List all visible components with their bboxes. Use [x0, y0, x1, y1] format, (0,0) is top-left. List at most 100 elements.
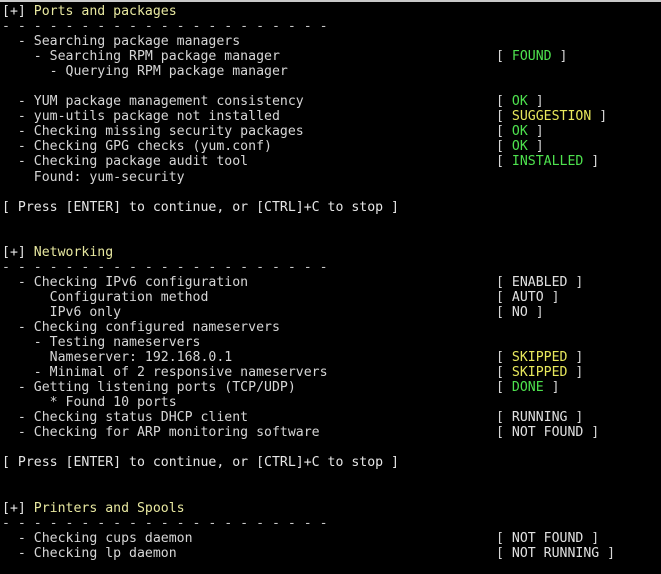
audit-test-label: - YUM package management consistency — [2, 94, 304, 110]
audit-test-row: - YUM package management consistency [ OK… — [2, 94, 661, 109]
status-value: OK — [511, 124, 528, 140]
section-header-ports-and-packages: [+] Ports and packages — [2, 4, 661, 19]
audit-test-row: - Checking lp daemon [ NOT RUNNING ] — [2, 546, 661, 561]
status-bracket-open: [ — [496, 530, 512, 546]
status-value: NOT FOUND — [511, 530, 584, 546]
status-bracket-open: [ — [496, 380, 512, 396]
audit-test-label: Nameserver: 192.168.0.1 — [2, 350, 233, 366]
audit-test-label: * Found 10 ports — [2, 395, 177, 411]
status-bracket-close: ] — [527, 94, 544, 110]
status-bracket-close: ] — [583, 154, 600, 170]
status-bracket-close: ] — [583, 530, 600, 546]
status-bracket-open: [ — [496, 289, 512, 305]
audit-test-label: - Querying RPM package manager — [2, 64, 288, 80]
status-bracket-open: [ — [496, 410, 512, 426]
section-separator: - - - - - - - - - - - - - - - - - - - - … — [2, 515, 328, 531]
status-badge: [ SUGGESTION ] — [496, 109, 607, 124]
status-value: DONE — [511, 380, 544, 396]
status-badge: [ INSTALLED ] — [496, 154, 599, 169]
audit-test-row: - Searching package managers — [2, 34, 661, 49]
section-separator: - - - - - - - - - - - - - - - - - - - - … — [2, 259, 328, 275]
status-badge: [ NOT RUNNING ] — [496, 546, 615, 561]
section-title: Printers and Spools — [33, 500, 185, 516]
audit-test-label: - Checking lp daemon — [2, 545, 177, 561]
section-marker: [+] — [2, 500, 34, 516]
status-value: SKIPPED — [511, 365, 568, 381]
audit-test-label: Configuration method — [2, 289, 209, 305]
status-value: FOUND — [511, 49, 552, 65]
audit-test-label: - Checking status DHCP client — [2, 410, 249, 426]
audit-test-row: Configuration method [ AUTO ] — [2, 290, 661, 305]
audit-test-label: - Getting listening ports (TCP/UDP) — [2, 380, 296, 396]
section-marker: [+] — [2, 4, 34, 19]
audit-test-row: - Searching RPM package manager [ FOUND ] — [2, 49, 661, 64]
status-bracket-close: ] — [567, 274, 584, 290]
audit-test-row: - Checking IPv6 configuration [ ENABLED ] — [2, 275, 661, 290]
audit-test-label: - Searching package managers — [2, 34, 241, 50]
audit-test-label: - Checking for ARP monitoring software — [2, 425, 320, 441]
section-header-printers-and-spools: [+] Printers and Spools — [2, 501, 661, 516]
status-bracket-close: ] — [527, 304, 544, 320]
audit-test-row: - Checking package audit tool [ INSTALLED… — [2, 154, 661, 169]
status-bracket-close: ] — [583, 425, 600, 441]
status-bracket-open: [ — [496, 304, 512, 320]
audit-test-row: - Querying RPM package manager — [2, 64, 661, 79]
status-value: OK — [511, 94, 528, 110]
status-bracket-open: [ — [496, 124, 512, 140]
section-marker: [+] — [2, 244, 34, 260]
status-bracket-open: [ — [496, 94, 512, 110]
audit-test-row: * Found 10 ports — [2, 395, 661, 410]
status-badge: [ NO ] — [496, 305, 544, 320]
section-separator: - - - - - - - - - - - - - - - - - - - - … — [2, 19, 328, 35]
status-badge: [ OK ] — [496, 124, 544, 139]
audit-test-label: - Checking IPv6 configuration — [2, 274, 249, 290]
status-value: NOT RUNNING — [511, 545, 600, 561]
status-badge: [ SKIPPED ] — [496, 365, 583, 380]
audit-test-row: - Getting listening ports (TCP/UDP) [ DON… — [2, 380, 661, 395]
audit-test-label: - Checking cups daemon — [2, 530, 193, 546]
audit-test-row: IPv6 only [ NO ] — [2, 305, 661, 320]
status-bracket-open: [ — [496, 545, 512, 561]
audit-test-label: - Searching RPM package manager — [2, 49, 280, 65]
status-value: NOT FOUND — [511, 425, 584, 441]
audit-test-label: - Checking package audit tool — [2, 154, 249, 170]
section-title: Ports and packages — [33, 4, 177, 19]
audit-test-row: - yum-utils package not installed [ SUGGE… — [2, 109, 661, 124]
audit-test-row: - Testing nameservers — [2, 335, 661, 350]
audit-test-label: - yum-utils package not installed — [2, 109, 280, 125]
status-badge: [ RUNNING ] — [496, 410, 583, 425]
status-bracket-open: [ — [496, 365, 512, 381]
status-bracket-close: ] — [567, 350, 584, 366]
audit-test-row: Nameserver: 192.168.0.1 [ SKIPPED ] — [2, 350, 661, 365]
audit-test-row: - Checking GPG checks (yum.conf) [ OK ] — [2, 139, 661, 154]
status-bracket-open: [ — [496, 425, 512, 441]
status-bracket-open: [ — [496, 350, 512, 366]
status-value: NO — [511, 304, 528, 320]
status-badge: [ NOT FOUND ] — [496, 531, 599, 546]
audit-test-label: Found: yum-security — [2, 169, 185, 185]
status-value: ENABLED — [511, 274, 568, 290]
audit-test-row: - Checking cups daemon [ NOT FOUND ] — [2, 531, 661, 546]
status-value: SKIPPED — [511, 350, 568, 366]
status-bracket-close: ] — [567, 365, 584, 381]
status-value: SUGGESTION — [511, 109, 592, 125]
press-enter-prompt[interactable]: [ Press [ENTER] to continue, or [CTRL]+C… — [2, 200, 661, 215]
status-bracket-open: [ — [496, 49, 512, 65]
terminal-window[interactable]: [+] Ports and packages - - - - - - - - - … — [0, 0, 661, 574]
audit-test-row: - Checking for ARP monitoring software [ … — [2, 425, 661, 440]
status-bracket-close: ] — [527, 139, 544, 155]
status-value: AUTO — [511, 289, 544, 305]
audit-test-label: - Minimal of 2 responsive nameservers — [2, 365, 328, 381]
press-enter-prompt[interactable]: [ Press [ENTER] to continue, or [CTRL]+C… — [2, 455, 661, 470]
status-bracket-open: [ — [496, 109, 512, 125]
status-badge: [ DONE ] — [496, 380, 560, 395]
audit-test-label: - Checking missing security packages — [2, 124, 304, 140]
terminal-screen[interactable]: [+] Ports and packages - - - - - - - - - … — [0, 0, 661, 574]
status-bracket-open: [ — [496, 139, 512, 155]
section-header-networking: [+] Networking — [2, 245, 661, 260]
